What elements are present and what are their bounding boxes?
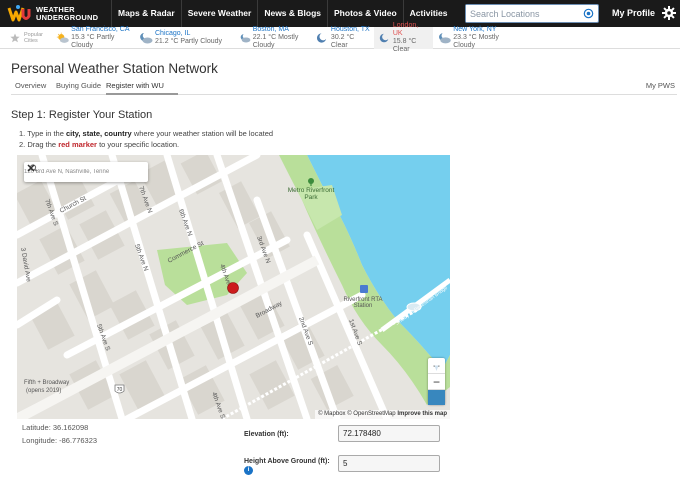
partly-cloudy-icon	[56, 32, 69, 43]
nav-severe-weather[interactable]: Severe Weather	[180, 0, 258, 27]
city-name: London, UK	[392, 21, 419, 37]
city-new-york[interactable]: New York, NY 23.3 °C Mostly Cloudy	[433, 25, 523, 49]
city-san-francisco[interactable]: San Francisco, CA 15.3 °C Partly Cloudy	[52, 25, 134, 49]
popular-cities-bar: Popular Cities San Francisco, CA 15.3 °C…	[0, 22, 680, 53]
star-icon[interactable]	[10, 33, 20, 43]
partly-cloudy-night-icon	[140, 32, 153, 43]
city-conditions: 23.3 °C Mostly Cloudy	[453, 33, 499, 49]
map-search-box	[24, 162, 148, 182]
info-icon[interactable]: i	[244, 466, 253, 475]
gear-icon[interactable]	[662, 6, 676, 20]
tab-buying-guide[interactable]: Buying Guide	[56, 81, 101, 95]
compass-icon	[434, 360, 439, 371]
nav-photos-video[interactable]: Photos & Video	[327, 0, 403, 27]
step-instructions: 1. Type in the city, state, country wher…	[19, 128, 273, 150]
city-boston[interactable]: Boston, MA 22.1 °C Mostly Cloudy	[235, 25, 311, 49]
tab-my-pws[interactable]: My PWS	[646, 81, 675, 95]
poi-rta-line-2: Station	[354, 303, 373, 309]
instruction-2: 2. Drag the red marker to your specific …	[19, 140, 180, 149]
wu-logo-text: WEATHER UNDERGROUND	[36, 5, 99, 22]
longitude-readout: Longitude: -86.776323	[22, 436, 98, 445]
attribution-text[interactable]: © Mapbox © OpenStreetMap	[318, 411, 396, 417]
step-title: Step 1: Register Your Station	[11, 109, 153, 121]
height-label: Height Above Ground (ft):	[244, 458, 330, 465]
map-canvas[interactable]: Metro Riverfront Park Riverfront RTA Sta…	[17, 155, 450, 419]
search-input[interactable]	[466, 5, 580, 22]
height-input[interactable]	[338, 455, 440, 472]
nav-news-blogs[interactable]: News & Blogs	[257, 0, 327, 27]
mostly-cloudy-night-icon	[439, 32, 451, 43]
city-conditions: 30.2 °C Clear	[330, 33, 355, 49]
latitude-readout: Latitude: 36.162098	[22, 423, 89, 432]
route-70-label: 70	[117, 387, 123, 393]
elevation-label: Elevation (ft):	[244, 431, 289, 438]
city-name: Chicago, IL	[155, 29, 191, 37]
city-conditions: 22.1 °C Mostly Cloudy	[252, 33, 299, 49]
locate-button[interactable]	[580, 5, 596, 22]
city-conditions: 21.2 °C Partly Cloudy	[155, 37, 222, 45]
tab-register-with-wu[interactable]: Register with WU	[106, 81, 178, 95]
city-name: New York, NY	[453, 25, 497, 33]
elevation-input[interactable]	[338, 425, 440, 442]
city-houston[interactable]: Houston, TX 30.2 °C Clear	[311, 25, 374, 49]
mostly-cloudy-night-icon	[240, 33, 251, 42]
instruction-1: 1. Type in the city, state, country wher…	[19, 129, 274, 138]
poi-fifth-broadway-line-2: (opens 2019)	[26, 388, 61, 394]
tab-overview[interactable]: Overview	[15, 81, 46, 95]
poi-park-line-2: Park	[304, 194, 318, 201]
city-chicago[interactable]: Chicago, IL 21.2 °C Partly Cloudy	[134, 27, 235, 49]
wu-logo-icon	[7, 4, 31, 21]
zoom-out-button[interactable]: −	[428, 374, 445, 390]
close-icon[interactable]	[24, 162, 38, 174]
locate-icon	[583, 8, 593, 19]
clear-night-icon	[316, 32, 327, 43]
page-title: Personal Weather Station Network	[11, 61, 218, 76]
nav-maps-radar[interactable]: Maps & Radar	[111, 0, 181, 27]
improve-map-link[interactable]: Improve this map	[397, 411, 447, 417]
map-zoom-controls: + −	[428, 358, 445, 405]
logo-line-2: UNDERGROUND	[36, 12, 99, 22]
clear-night-icon	[379, 33, 389, 42]
poi-fifth-broadway-line-1: Fifth + Broadway	[24, 380, 69, 386]
page-tabs: Overview Buying Guide Register with WU M…	[11, 79, 677, 95]
city-conditions: 15.3 °C Partly Cloudy	[71, 33, 115, 49]
wu-logo[interactable]: WEATHER UNDERGROUND	[0, 0, 111, 27]
top-navigation-bar: WEATHER UNDERGROUND Maps & Radar Severe …	[0, 0, 680, 27]
popular-label-1: Popular	[24, 31, 43, 38]
map-attribution: © Mapbox © OpenStreetMap Improve this ma…	[315, 410, 450, 419]
location-search	[465, 4, 599, 23]
city-name: Boston, MA	[252, 25, 289, 33]
city-name: Houston, TX	[330, 25, 370, 33]
location-map[interactable]: Metro Riverfront Park Riverfront RTA Sta…	[17, 155, 450, 419]
compass-button[interactable]	[428, 360, 445, 405]
city-name: San Francisco, CA	[71, 25, 130, 33]
popular-cities-label: Popular Cities	[0, 32, 52, 44]
city-london[interactable]: London, UK 15.8 °C Clear	[374, 22, 433, 53]
poi-park-line-1: Metro Riverfront	[288, 187, 335, 194]
city-conditions: 15.8 °C Clear	[392, 37, 417, 53]
transit-icon	[360, 285, 368, 293]
red-location-marker[interactable]	[227, 282, 239, 294]
my-profile-link[interactable]: My Profile	[612, 0, 655, 27]
popular-label-2: Cities	[24, 37, 38, 44]
